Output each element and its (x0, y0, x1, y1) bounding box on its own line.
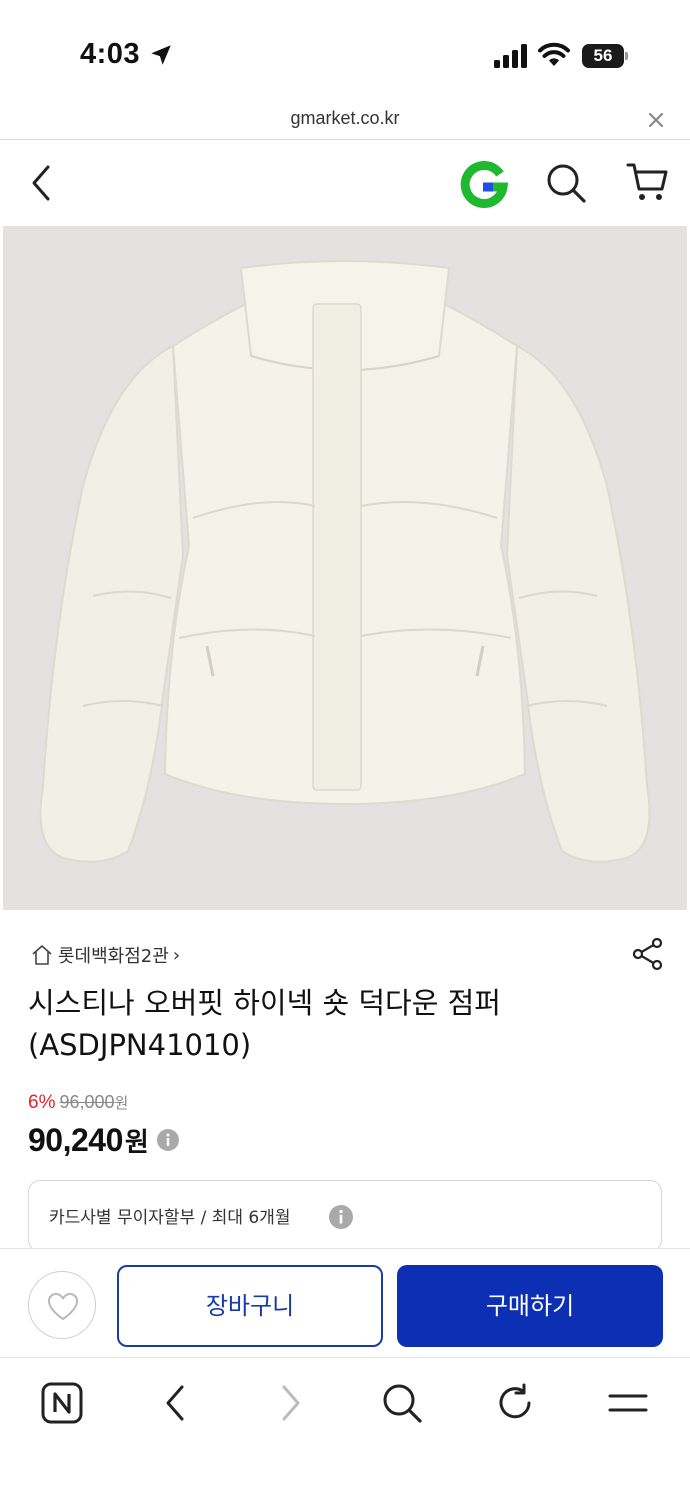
installment-info-box[interactable]: 카드사별 무이자할부 / 최대 6개월 (28, 1180, 662, 1252)
search-icon[interactable] (544, 161, 588, 205)
gmarket-logo[interactable] (460, 161, 508, 209)
sale-price: 90,240 (28, 1121, 123, 1158)
installment-text: 카드사별 무이자할부 / 최대 6개월 (49, 1208, 291, 1228)
back-icon[interactable] (26, 161, 56, 205)
search-icon[interactable] (380, 1381, 424, 1425)
jacket-illustration (39, 260, 651, 863)
signal-icon (494, 44, 527, 68)
original-price-row: 6% 96,000 원 (28, 1092, 128, 1118)
home-icon (32, 945, 52, 965)
naver-icon[interactable] (40, 1381, 84, 1425)
info-icon[interactable] (156, 1129, 179, 1151)
browser-toolbar (0, 1359, 690, 1500)
page-header (0, 141, 690, 225)
product-image[interactable]: 2/3 (3, 226, 687, 910)
product-title-line-2: (ASDJPN41010) (28, 1028, 252, 1062)
wifi-icon (538, 42, 570, 66)
info-icon[interactable] (329, 1205, 353, 1229)
forward-arrow-icon[interactable] (268, 1381, 312, 1425)
back-arrow-icon[interactable] (154, 1381, 198, 1425)
original-price: 96,000 (59, 1092, 115, 1112)
sale-price-unit: 원 (124, 1127, 149, 1158)
status-time: 4:03 (80, 38, 141, 70)
purchase-action-bar: 장바구니 구매하기 (0, 1248, 690, 1358)
product-title: 시스티나 오버핏 하이넥 숏 덕다운 점퍼 (ASDJPN41010) (28, 982, 628, 1066)
refresh-icon[interactable] (493, 1381, 537, 1425)
chevron-right-icon: › (172, 944, 181, 966)
url-text[interactable]: gmarket.co.kr (0, 108, 690, 129)
add-to-cart-button[interactable]: 장바구니 (117, 1265, 383, 1347)
sale-price-row: 90,240 원 (28, 1120, 179, 1160)
store-link[interactable]: 롯데백화점2관 › (30, 940, 180, 970)
url-bar[interactable]: gmarket.co.kr (0, 100, 690, 140)
cart-icon[interactable] (624, 159, 670, 205)
discount-rate: 6% (28, 1092, 56, 1113)
location-arrow-icon (151, 45, 171, 65)
battery-level: 56 (593, 46, 613, 65)
original-price-unit: 원 (114, 1094, 129, 1112)
heart-icon (48, 1293, 78, 1320)
buy-now-button[interactable]: 구매하기 (397, 1265, 663, 1347)
share-icon[interactable] (630, 936, 666, 972)
store-name[interactable]: 롯데백화점2관 (58, 942, 169, 968)
close-icon[interactable] (645, 109, 667, 131)
menu-icon[interactable] (606, 1381, 650, 1425)
status-bar: 4:03 56 (0, 0, 690, 100)
battery-indicator: 56 (582, 44, 628, 68)
product-title-line-1: 시스티나 오버핏 하이넥 숏 덕다운 점퍼 (28, 986, 501, 1020)
wishlist-button[interactable] (28, 1271, 96, 1339)
